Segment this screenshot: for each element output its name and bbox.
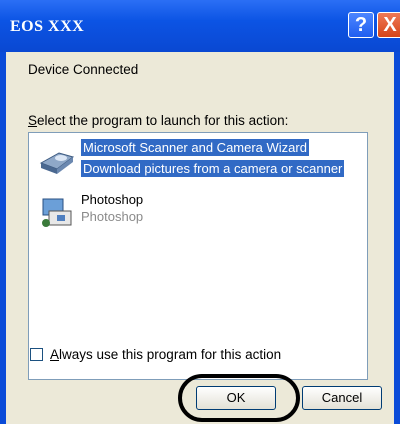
close-button[interactable]: X (377, 12, 400, 38)
dialog-window: EOS XXX ? X Device Connected Select the … (0, 0, 400, 424)
program-prompt: Select the program to launch for this ac… (28, 113, 288, 128)
help-button[interactable]: ? (348, 12, 374, 38)
title-bar[interactable]: EOS XXX ? X (0, 0, 400, 52)
program-name: Photoshop (81, 192, 144, 207)
window-title: EOS XXX (10, 18, 85, 35)
checkbox-accelerator: A (50, 347, 60, 362)
prompt-accelerator: S (28, 113, 38, 128)
prompt-text: elect the program to launch for this act… (37, 113, 289, 128)
device-status-text: Device Connected (28, 62, 139, 77)
highlight-circle (178, 374, 300, 422)
always-use-label[interactable]: Always use this program for this action (50, 347, 281, 362)
program-description: Photoshop (81, 209, 144, 224)
program-name: Microsoft Scanner and Camera Wizard (81, 139, 309, 156)
cancel-button[interactable]: Cancel (302, 386, 382, 410)
scanner-camera-icon (39, 152, 75, 174)
list-item-photoshop[interactable]: Photoshop Photoshop (35, 191, 365, 235)
program-description: Download pictures from a camera or scann… (81, 160, 345, 177)
photoshop-icon (42, 198, 72, 227)
dialog-body: Device Connected Select the program to l… (6, 52, 394, 424)
checkbox-text: lways use this program for this action (59, 347, 282, 362)
list-item-scanner-wizard[interactable]: Microsoft Scanner and Camera Wizard Down… (35, 139, 365, 183)
program-list[interactable]: Microsoft Scanner and Camera Wizard Down… (28, 132, 368, 380)
always-use-checkbox[interactable] (30, 348, 43, 361)
